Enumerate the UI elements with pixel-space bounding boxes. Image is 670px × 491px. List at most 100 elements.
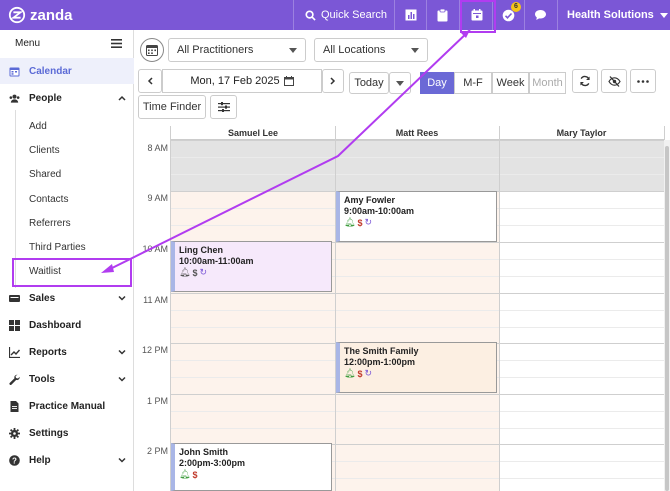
sidebar-item-label: Sales bbox=[29, 292, 56, 304]
caret-down-icon bbox=[411, 48, 419, 53]
next-day-button[interactable] bbox=[322, 69, 344, 93]
divider bbox=[293, 0, 294, 30]
messages-button[interactable] bbox=[525, 0, 556, 30]
wrench-icon bbox=[9, 374, 20, 385]
mini-calendar-button[interactable] bbox=[140, 38, 164, 62]
chat-icon bbox=[535, 10, 546, 20]
sidebar-item-people[interactable]: People bbox=[0, 85, 134, 111]
appointment-card[interactable]: The Smith Family 12:00pm-1:00pm 🔔︎ $ ↻ bbox=[336, 342, 497, 393]
sidebar-item-practice-manual[interactable]: Practice Manual bbox=[0, 393, 134, 419]
tasks-button[interactable]: 6 bbox=[493, 0, 524, 30]
hour-label: 8 AM bbox=[147, 143, 168, 153]
current-date: Mon, 17 Feb 2025 bbox=[190, 75, 280, 87]
half-hour-line bbox=[170, 428, 664, 429]
appointment-time: 9:00am-10:00am bbox=[344, 206, 415, 216]
appointment-card[interactable]: John Smith 2:00pm-3:00pm 🔔︎ $ bbox=[171, 443, 332, 491]
hour-label: 10 AM bbox=[142, 244, 168, 254]
hour-line bbox=[170, 140, 664, 141]
half-hour-line bbox=[170, 174, 664, 175]
submenu-item-clients[interactable]: Clients bbox=[29, 145, 60, 156]
today-dropdown-button[interactable] bbox=[389, 72, 411, 94]
calendar-icon bbox=[9, 67, 20, 76]
sales-icon bbox=[9, 294, 20, 302]
time-finder-label: Time Finder bbox=[142, 101, 202, 113]
sidebar-item-label: Reports bbox=[29, 346, 67, 358]
appointment-card[interactable]: Ling Chen 10:00am-11:00am 🔔︎ $ ↻ bbox=[171, 241, 332, 292]
chevron-left-icon bbox=[147, 77, 153, 85]
reports-icon bbox=[9, 346, 20, 358]
sidebar-item-reports[interactable]: Reports bbox=[0, 339, 134, 365]
bell-icon: 🔔︎ bbox=[344, 217, 356, 227]
quick-search-button[interactable]: Quick Search bbox=[300, 0, 392, 30]
submenu-item-third-parties[interactable]: Third Parties bbox=[29, 242, 86, 253]
appointment-card[interactable]: Amy Fowler 9:00am-10:00am 🔔︎ $ ↻ bbox=[336, 191, 497, 242]
dollar-icon: $ bbox=[192, 267, 198, 278]
hamburger-icon[interactable] bbox=[111, 39, 122, 48]
sidebar-item-sales[interactable]: Sales bbox=[0, 285, 134, 311]
scrollbar-thumb[interactable] bbox=[665, 146, 669, 491]
time-finder-button[interactable]: Time Finder bbox=[138, 95, 206, 119]
submenu-item-referrers[interactable]: Referrers bbox=[29, 218, 71, 229]
sidebar-item-label: Dashboard bbox=[29, 319, 82, 331]
bell-icon: 🔔︎ bbox=[179, 267, 191, 277]
view-month-button[interactable]: Month bbox=[529, 72, 566, 94]
practitioners-value: All Practitioners bbox=[177, 44, 254, 56]
practitioners-select[interactable]: All Practitioners bbox=[168, 38, 306, 62]
previous-day-button[interactable] bbox=[138, 69, 162, 93]
unavailable-block bbox=[171, 140, 664, 191]
sidebar-item-settings[interactable]: Settings bbox=[0, 420, 134, 446]
zanda-logo[interactable]: zanda bbox=[8, 5, 73, 25]
caret-down-icon bbox=[396, 80, 404, 86]
column-divider bbox=[499, 126, 500, 491]
caret-down-icon bbox=[289, 48, 297, 53]
bell-icon: 🔔︎ bbox=[344, 368, 356, 378]
filter-settings-button[interactable] bbox=[210, 95, 237, 119]
view-mf-button[interactable]: M-F bbox=[454, 72, 492, 94]
column-divider bbox=[170, 126, 171, 491]
submenu-item-shared[interactable]: Shared bbox=[29, 169, 61, 180]
waitlist-highlight-box bbox=[12, 258, 132, 287]
hide-button[interactable] bbox=[601, 69, 627, 93]
people-icon bbox=[9, 94, 20, 103]
sidebar-item-dashboard[interactable]: Dashboard bbox=[0, 312, 134, 338]
chevron-down-icon bbox=[118, 295, 126, 301]
hour-line bbox=[170, 293, 664, 294]
appointment-client: John Smith bbox=[179, 447, 228, 457]
hour-label: 11 AM bbox=[143, 295, 168, 305]
submenu-item-add[interactable]: Add bbox=[29, 121, 47, 132]
refresh-button[interactable] bbox=[572, 69, 598, 93]
divider bbox=[557, 0, 558, 30]
help-icon: ? bbox=[9, 454, 20, 466]
appointment-time: 2:00pm-3:00pm bbox=[179, 458, 246, 468]
dashboard-icon bbox=[9, 319, 20, 331]
recurring-icon: ↻ bbox=[199, 267, 207, 277]
clipboard-button[interactable] bbox=[427, 0, 458, 30]
view-day-button[interactable]: Day bbox=[420, 72, 454, 94]
sidebar-item-tools[interactable]: Tools bbox=[0, 366, 134, 392]
svg-text:?: ? bbox=[12, 456, 17, 465]
organisation-menu[interactable]: Health Solutions bbox=[567, 0, 668, 30]
top-bar: zanda Quick Search 6 Health Solutions bbox=[0, 0, 670, 30]
appointment-icons: 🔔︎ $ ↻ bbox=[344, 368, 496, 379]
dollar-icon: $ bbox=[192, 469, 198, 480]
sidebar-item-help[interactable]: ? Help bbox=[0, 447, 134, 473]
half-hour-line bbox=[170, 411, 664, 412]
day-calendar: Samuel Lee Matt Rees Mary Taylor 8 AM 9 … bbox=[134, 126, 670, 491]
sidebar-item-calendar[interactable]: Calendar bbox=[0, 58, 134, 84]
chevron-down-icon bbox=[118, 457, 126, 463]
calendar-highlight-box bbox=[460, 0, 496, 33]
appointment-client: Ling Chen bbox=[179, 245, 223, 255]
more-options-button[interactable] bbox=[630, 69, 656, 93]
appointment-icons: 🔔︎ $ bbox=[179, 469, 331, 480]
today-button[interactable]: Today bbox=[349, 72, 389, 94]
date-picker[interactable]: Mon, 17 Feb 2025 bbox=[162, 69, 322, 93]
sidebar-item-label: Calendar bbox=[29, 65, 72, 77]
view-week-button[interactable]: Week bbox=[492, 72, 529, 94]
hour-label: 1 PM bbox=[146, 396, 168, 406]
availability-mary-taylor[interactable] bbox=[499, 191, 664, 491]
submenu-item-contacts[interactable]: Contacts bbox=[29, 194, 68, 205]
reports-chart-button[interactable] bbox=[395, 0, 426, 30]
half-hour-line bbox=[170, 310, 664, 311]
sidebar-item-label: Help bbox=[29, 454, 51, 466]
locations-select[interactable]: All Locations bbox=[314, 38, 428, 62]
